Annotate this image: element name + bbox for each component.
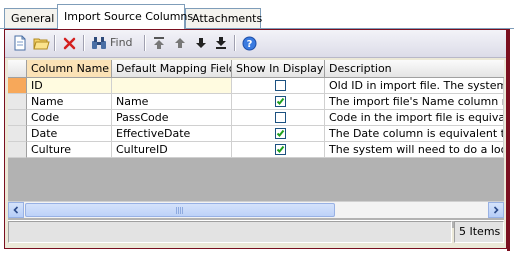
toolbar-separator <box>54 35 56 51</box>
cell-column-name[interactable]: Culture <box>27 142 112 158</box>
show-in-display-checkbox[interactable] <box>275 96 286 107</box>
header-description[interactable]: Description <box>325 60 504 77</box>
grid-header: Column Name Default Mapping Field Show I… <box>8 60 504 78</box>
cell-description[interactable]: Old ID in import file. The system will <box>325 78 504 94</box>
cell-mapping[interactable] <box>112 78 232 94</box>
row-selector[interactable] <box>8 142 27 158</box>
cell-description[interactable]: Code in the import file is equivalent <box>325 110 504 126</box>
row-selector[interactable] <box>8 78 27 94</box>
cell-show-in-display[interactable] <box>232 94 325 110</box>
header-show-in-display[interactable]: Show In Display <box>232 60 325 77</box>
move-top-icon[interactable] <box>150 34 168 52</box>
table-row[interactable]: ID Old ID in import file. The system wil… <box>8 78 504 94</box>
find-label: Find <box>110 36 133 49</box>
cell-mapping[interactable]: Name <box>112 94 232 110</box>
scroll-grip <box>176 207 184 214</box>
show-in-display-checkbox[interactable] <box>275 144 286 155</box>
cell-description[interactable]: The system will need to do a lookup <box>325 142 504 158</box>
row-selector[interactable] <box>8 110 27 126</box>
table-row[interactable]: Date EffectiveDate The Date column is eq… <box>8 126 504 142</box>
find-binoculars-icon <box>91 36 107 50</box>
tab-panel: Find ? Column Name Default Mapping Field… <box>4 29 507 249</box>
cell-show-in-display[interactable] <box>232 78 325 94</box>
show-in-display-checkbox[interactable] <box>275 80 286 91</box>
cell-show-in-display[interactable] <box>232 126 325 142</box>
move-bottom-icon[interactable] <box>212 34 230 52</box>
svg-text:?: ? <box>246 39 252 50</box>
scroll-left-button[interactable] <box>8 202 24 218</box>
move-up-icon[interactable] <box>171 34 189 52</box>
toolbar: Find ? <box>5 30 506 58</box>
help-icon[interactable]: ? <box>240 34 258 52</box>
scroll-right-button[interactable] <box>488 202 504 218</box>
table-row[interactable]: Code PassCode Code in the import file is… <box>8 110 504 126</box>
scroll-thumb[interactable] <box>25 203 335 217</box>
table-row[interactable]: Culture CultureID The system will need t… <box>8 142 504 158</box>
cell-mapping[interactable]: CultureID <box>112 142 232 158</box>
panel-shadow <box>507 29 510 251</box>
cell-show-in-display[interactable] <box>232 110 325 126</box>
row-selector[interactable] <box>8 94 27 110</box>
delete-icon[interactable] <box>60 34 78 52</box>
cell-description[interactable]: The import file's Name column maps <box>325 94 504 110</box>
cell-description[interactable]: The Date column is equivalent to the <box>325 126 504 142</box>
tab-import-source-columns[interactable]: Import Source Columns <box>57 4 193 29</box>
cell-mapping[interactable]: PassCode <box>112 110 232 126</box>
item-count: 5 Items <box>454 221 504 243</box>
status-pane <box>8 221 452 243</box>
move-down-icon[interactable] <box>192 34 210 52</box>
find-button[interactable]: Find <box>91 34 133 52</box>
status-bar: 5 Items <box>8 220 504 244</box>
tab-attachments[interactable]: Attachments <box>185 8 262 28</box>
header-column-name[interactable]: Column Name <box>27 60 112 77</box>
show-in-display-checkbox[interactable] <box>275 128 286 139</box>
cell-column-name[interactable]: Date <box>27 126 112 142</box>
row-selector[interactable] <box>8 126 27 142</box>
row-selector-header <box>8 60 27 77</box>
toolbar-separator <box>234 35 236 51</box>
cell-mapping[interactable]: EffectiveDate <box>112 126 232 142</box>
cell-column-name[interactable]: ID <box>27 78 112 94</box>
chevron-left-icon <box>13 206 19 214</box>
new-document-icon[interactable] <box>11 34 29 52</box>
toolbar-separator <box>144 35 146 51</box>
chevron-right-icon <box>493 206 499 214</box>
toolbar-separator <box>83 35 85 51</box>
cell-show-in-display[interactable] <box>232 142 325 158</box>
table-row[interactable]: Name Name The import file's Name column … <box>8 94 504 110</box>
tab-general[interactable]: General <box>4 8 58 28</box>
horizontal-scrollbar[interactable] <box>8 201 504 218</box>
header-default-mapping-field[interactable]: Default Mapping Field <box>112 60 232 77</box>
tab-strip: General Import Source Columns Attachment… <box>0 0 528 29</box>
cell-column-name[interactable]: Name <box>27 94 112 110</box>
open-folder-icon[interactable] <box>32 34 50 52</box>
show-in-display-checkbox[interactable] <box>275 112 286 123</box>
cell-column-name[interactable]: Code <box>27 110 112 126</box>
